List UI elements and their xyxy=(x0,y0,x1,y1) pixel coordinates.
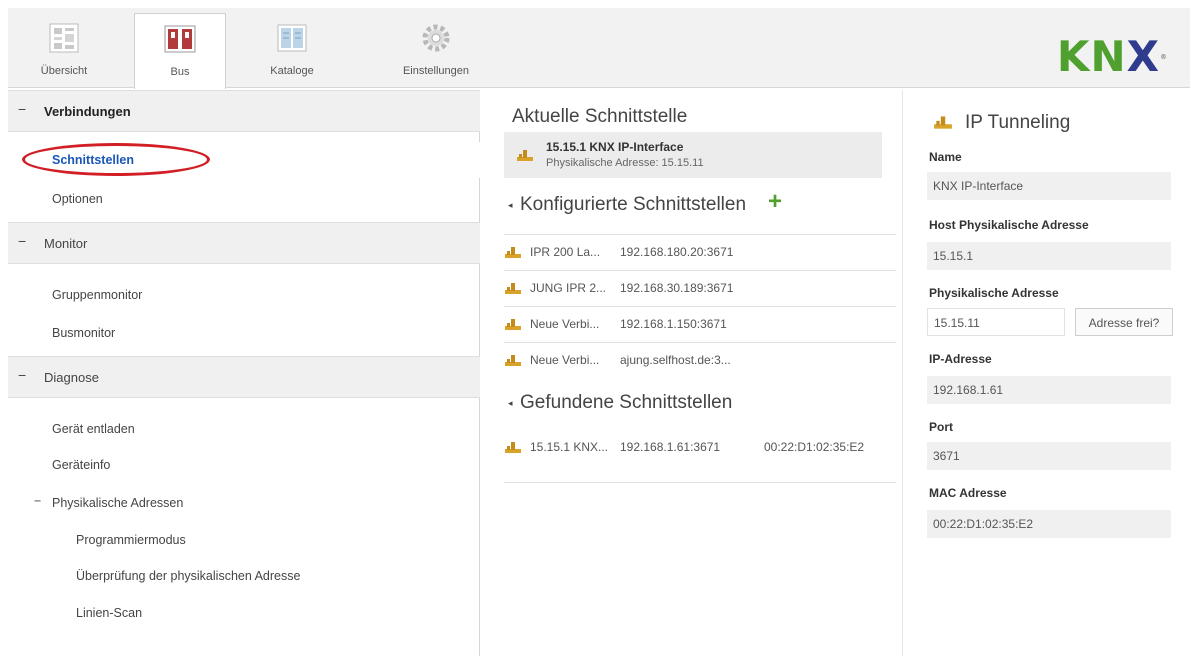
tab-overview-label: Übersicht xyxy=(40,65,88,77)
collapse-triangle-icon[interactable]: ◂ xyxy=(508,200,513,211)
mac-address-field[interactable]: 00:22:D1:02:35:E2 xyxy=(927,510,1171,538)
catalog-icon xyxy=(277,24,307,52)
interface-name: Neue Verbi... xyxy=(530,317,600,331)
physical-address-field[interactable]: 15.15.11 xyxy=(927,308,1065,336)
tab-catalogs[interactable]: Kataloge xyxy=(246,13,338,88)
port-field[interactable]: 3671 xyxy=(927,442,1171,470)
ip-address-field[interactable]: 192.168.1.61 xyxy=(927,376,1171,404)
tab-overview[interactable]: Übersicht xyxy=(18,13,110,88)
interfaces-panel: Aktuelle Schnittstelle 15.15.1 KNX IP-In… xyxy=(496,90,898,656)
sidebar-item-busmonitor[interactable]: Busmonitor xyxy=(52,326,115,340)
mac-address-label: MAC Adresse xyxy=(929,486,1007,500)
interface-name: 15.15.1 KNX... xyxy=(530,440,609,454)
name-label: Name xyxy=(929,150,962,164)
tab-bus[interactable]: Bus xyxy=(134,13,226,89)
plug-icon xyxy=(934,116,952,129)
interface-name: Neue Verbi... xyxy=(530,353,600,367)
host-address-label: Host Physikalische Adresse xyxy=(929,218,1089,232)
knx-logo: KNX® xyxy=(1056,32,1168,81)
sidebar-item-gruppenmonitor[interactable]: Gruppenmonitor xyxy=(52,288,142,302)
found-row[interactable]: 15.15.1 KNX... 192.168.1.61:3671 00:22:D… xyxy=(504,430,896,464)
highlight-ring xyxy=(22,143,210,176)
sidebar-item-optionen[interactable]: Optionen xyxy=(52,192,103,206)
section-verbindungen[interactable]: − Verbindungen xyxy=(8,90,480,132)
sidebar: − Verbindungen Schnittstellen Optionen −… xyxy=(8,90,480,656)
plug-icon xyxy=(505,355,521,366)
address-free-button[interactable]: Adresse frei? xyxy=(1075,308,1173,336)
tab-bus-label: Bus xyxy=(170,66,190,78)
collapse-icon[interactable]: − xyxy=(18,367,26,383)
plug-icon xyxy=(505,442,521,453)
collapse-icon[interactable]: − xyxy=(18,233,26,249)
sidebar-item-geraet-entladen[interactable]: Gerät entladen xyxy=(52,422,135,436)
plug-icon xyxy=(505,247,521,258)
divider xyxy=(504,482,896,483)
current-interface-name: 15.15.1 KNX IP-Interface xyxy=(546,140,684,154)
found-interfaces-heading: Gefundene Schnittstellen xyxy=(520,392,733,413)
section-monitor[interactable]: − Monitor xyxy=(8,222,480,264)
current-interface-heading: Aktuelle Schnittstelle xyxy=(512,106,688,127)
ip-address-label: IP-Adresse xyxy=(929,352,992,366)
section-title: Monitor xyxy=(44,236,88,251)
physical-address-label: Physikalische Adresse xyxy=(929,286,1059,300)
tab-catalogs-label: Kataloge xyxy=(270,65,314,77)
interface-address: 192.168.1.150:3671 xyxy=(620,317,727,331)
interface-address: 192.168.30.189:3671 xyxy=(620,281,734,295)
bus-icon xyxy=(164,25,196,53)
current-interface[interactable]: 15.15.1 KNX IP-Interface Physikalische A… xyxy=(504,132,882,178)
gear-icon xyxy=(422,24,450,52)
interface-name: JUNG IPR 2... xyxy=(530,281,607,295)
sidebar-item-ueberpruefung[interactable]: Überprüfung der physikalischen Adresse xyxy=(76,569,300,583)
plug-icon xyxy=(517,150,533,161)
configured-row[interactable]: Neue Verbi... 192.168.1.150:3671 xyxy=(504,306,896,340)
collapse-icon[interactable]: − xyxy=(34,494,41,508)
details-panel: IP Tunneling Name KNX IP-Interface Host … xyxy=(902,90,1190,656)
section-title: Verbindungen xyxy=(44,104,131,119)
tab-settings[interactable]: Einstellungen xyxy=(388,13,484,88)
name-field[interactable]: KNX IP-Interface xyxy=(927,172,1171,200)
collapse-icon[interactable]: − xyxy=(18,101,26,117)
section-title: Diagnose xyxy=(44,370,99,385)
sidebar-item-linien-scan[interactable]: Linien-Scan xyxy=(76,606,142,620)
sidebar-item-programmiermodus[interactable]: Programmiermodus xyxy=(76,533,186,547)
plug-icon xyxy=(505,319,521,330)
details-title: IP Tunneling xyxy=(965,112,1071,133)
add-interface-icon[interactable]: + xyxy=(768,188,782,216)
configured-row[interactable]: JUNG IPR 2... 192.168.30.189:3671 xyxy=(504,270,896,304)
interface-mac: 00:22:D1:02:35:E2 xyxy=(764,440,865,454)
tab-settings-label: Einstellungen xyxy=(402,65,470,77)
section-diagnose[interactable]: − Diagnose xyxy=(8,356,480,398)
configured-interfaces-heading: Konfigurierte Schnittstellen xyxy=(520,194,747,215)
configured-row[interactable]: IPR 200 La... 192.168.180.20:3671 xyxy=(504,234,896,268)
current-interface-address: Physikalische Adresse: 15.15.11 xyxy=(546,157,704,169)
interface-address: 192.168.1.61:3671 xyxy=(620,440,721,454)
collapse-triangle-icon[interactable]: ◂ xyxy=(508,398,513,409)
plug-icon xyxy=(505,283,521,294)
port-label: Port xyxy=(929,420,953,434)
configured-row[interactable]: Neue Verbi... ajung.selfhost.de:3... xyxy=(504,342,896,376)
interface-name: IPR 200 La... xyxy=(530,245,601,259)
ribbon-toolbar: Übersicht Bus Kataloge Einstellungen KNX… xyxy=(8,8,1190,89)
sidebar-item-geraeteinfo[interactable]: Geräteinfo xyxy=(52,458,110,472)
host-address-field[interactable]: 15.15.1 xyxy=(927,242,1171,270)
interface-address: ajung.selfhost.de:3... xyxy=(620,353,731,367)
sidebar-item-physikalische-adressen[interactable]: Physikalische Adressen xyxy=(52,496,183,510)
interface-address: 192.168.180.20:3671 xyxy=(620,245,734,259)
overview-icon xyxy=(49,23,79,53)
